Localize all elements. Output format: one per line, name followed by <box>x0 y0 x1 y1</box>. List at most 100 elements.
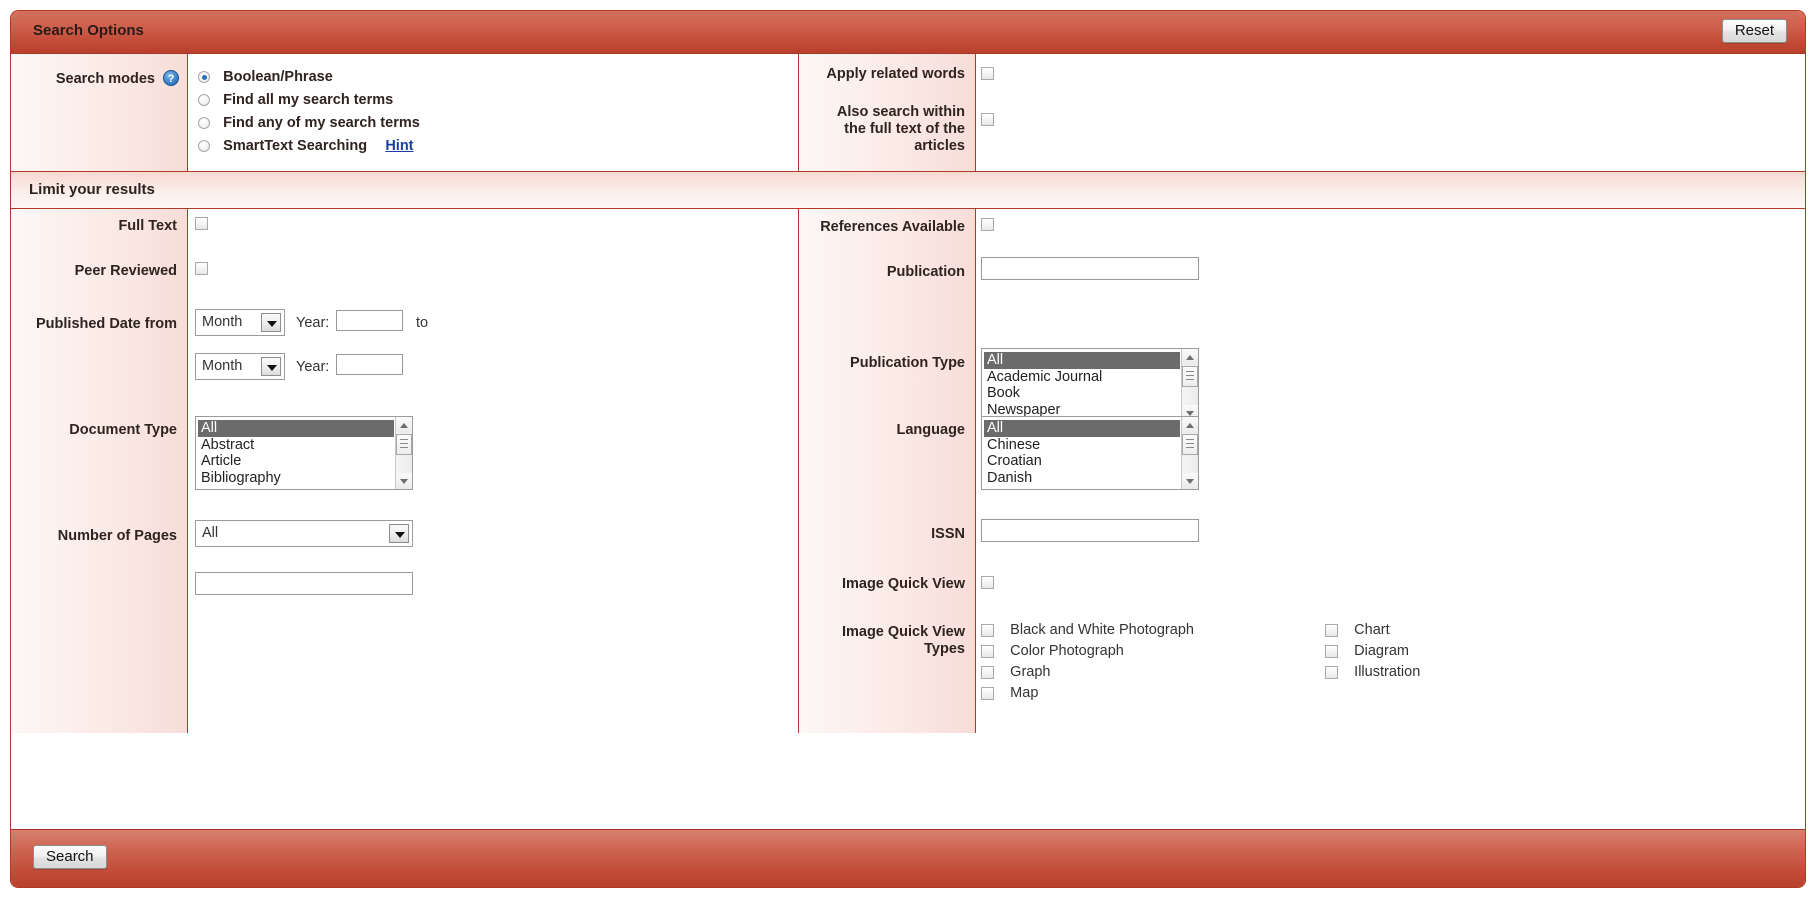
scrollbar-thumb[interactable] <box>1182 434 1198 455</box>
search-button[interactable]: Search <box>33 845 107 869</box>
language-scrollbar[interactable] <box>1181 417 1198 489</box>
iqv-type-label: Illustration <box>1354 664 1421 681</box>
search-mode-option-boolean[interactable]: Boolean/Phrase <box>198 68 333 85</box>
hint-link[interactable]: Hint <box>385 138 413 154</box>
list-item[interactable]: Abstract <box>198 437 394 454</box>
checkbox-icon[interactable] <box>1325 623 1338 637</box>
publication-type-options: All Academic Journal Book Newspaper <box>984 352 1180 418</box>
peer-reviewed-label: Peer Reviewed <box>74 263 177 279</box>
published-date-from-month-select[interactable]: Month <box>195 309 285 336</box>
list-item[interactable]: All <box>198 420 394 437</box>
checkbox-icon[interactable] <box>981 686 994 700</box>
search-mode-label: Find all my search terms <box>223 92 394 109</box>
also-search-full-text-checkbox[interactable] <box>981 113 994 126</box>
iqv-type-label: Map <box>1010 685 1039 702</box>
checkbox-icon[interactable] <box>981 623 994 637</box>
search-mode-label: SmartText Searching <box>223 138 368 155</box>
number-of-pages-extra-input[interactable] <box>195 572 413 595</box>
limit-right-fields: All Academic Journal Book Newspaper All … <box>976 209 1805 733</box>
list-item[interactable]: Book <box>984 385 1180 402</box>
search-modes-label: Search modes <box>55 71 155 87</box>
scroll-up-icon[interactable] <box>1182 417 1198 433</box>
list-item[interactable]: Chinese <box>984 437 1180 454</box>
iqv-type-illustration[interactable]: Illustration <box>1325 663 1420 684</box>
list-item[interactable]: Danish <box>984 470 1180 487</box>
list-item[interactable]: Croatian <box>984 453 1180 470</box>
document-type-label: Document Type <box>69 422 177 438</box>
scroll-up-icon[interactable] <box>396 417 412 433</box>
references-available-checkbox[interactable] <box>981 218 994 231</box>
search-mode-option-smarttext[interactable]: SmartText Searching Hint <box>198 137 414 154</box>
checkbox-icon[interactable] <box>981 665 994 679</box>
radio-icon[interactable] <box>198 94 210 107</box>
search-options-panel: Search Options Reset Search modes ? Bool… <box>10 10 1806 888</box>
radio-icon[interactable] <box>198 117 210 130</box>
language-options: All Chinese Croatian Danish <box>984 420 1180 486</box>
iqv-type-map[interactable]: Map <box>981 684 1194 705</box>
list-item[interactable]: Bibliography <box>198 470 394 487</box>
iqv-type-diagram[interactable]: Diagram <box>1325 642 1420 663</box>
publication-type-listbox[interactable]: All Academic Journal Book Newspaper <box>981 348 1199 422</box>
iqv-type-graph[interactable]: Graph <box>981 663 1194 684</box>
search-mode-option-any-terms[interactable]: Find any of my search terms <box>198 114 420 131</box>
document-type-scrollbar[interactable] <box>395 417 412 489</box>
published-date-to-month-select[interactable]: Month <box>195 353 285 380</box>
to-month-value: Month <box>202 358 243 374</box>
image-quick-view-label: Image Quick View <box>841 576 965 592</box>
chevron-down-icon[interactable] <box>261 357 281 376</box>
search-mode-label: Find any of my search terms <box>223 115 420 132</box>
list-item[interactable]: Article <box>198 453 394 470</box>
peer-reviewed-checkbox[interactable] <box>195 262 208 275</box>
full-text-checkbox[interactable] <box>195 217 208 230</box>
limit-results-header: Limit your results <box>11 171 1805 209</box>
checkbox-icon[interactable] <box>981 644 994 658</box>
iqv-type-label: Chart <box>1354 622 1390 639</box>
scroll-down-icon[interactable] <box>396 473 412 489</box>
limit-results-title: Limit your results <box>29 181 155 198</box>
search-modes-label-cell: Search modes ? <box>11 54 188 171</box>
image-quick-view-types-column-1: Black and White Photograph Color Photogr… <box>981 621 1194 705</box>
apply-related-words-checkbox[interactable] <box>981 67 994 80</box>
checkbox-icon[interactable] <box>1325 644 1338 658</box>
publication-type-label: Publication Type <box>850 355 965 371</box>
list-item[interactable]: All <box>984 352 1180 369</box>
iqv-type-bw-photograph[interactable]: Black and White Photograph <box>981 621 1194 642</box>
issn-input[interactable] <box>981 519 1199 542</box>
checkbox-icon[interactable] <box>1325 665 1338 679</box>
related-words-fields <box>976 54 1805 171</box>
language-listbox[interactable]: All Chinese Croatian Danish <box>981 416 1199 490</box>
chevron-down-icon[interactable] <box>261 313 281 332</box>
iqv-type-label: Black and White Photograph <box>1010 622 1194 639</box>
image-quick-view-types-label: Image Quick View Types <box>841 624 965 657</box>
help-icon[interactable]: ? <box>163 70 179 86</box>
scroll-down-icon[interactable] <box>1182 473 1198 489</box>
number-of-pages-label: Number of Pages <box>57 528 177 544</box>
search-mode-option-all-terms[interactable]: Find all my search terms <box>198 91 393 108</box>
scroll-up-icon[interactable] <box>1182 349 1198 365</box>
scrollbar-thumb[interactable] <box>396 434 412 455</box>
search-modes-section: Search modes ? Boolean/Phrase Find all m… <box>11 54 1805 171</box>
chevron-down-icon[interactable] <box>389 524 409 543</box>
list-item[interactable]: All <box>984 420 1180 437</box>
publication-type-scrollbar[interactable] <box>1181 349 1198 421</box>
from-year-input[interactable] <box>336 310 403 331</box>
scrollbar-thumb[interactable] <box>1182 366 1198 387</box>
document-type-listbox[interactable]: All Abstract Article Bibliography <box>195 416 413 490</box>
reset-button[interactable]: Reset <box>1721 19 1787 43</box>
image-quick-view-checkbox[interactable] <box>981 576 994 589</box>
limit-right-label-cell: References Available Publication Publica… <box>799 209 976 733</box>
iqv-type-label: Diagram <box>1354 643 1409 660</box>
radio-icon[interactable] <box>198 140 210 153</box>
footer-bar: Search <box>11 829 1805 887</box>
iqv-type-color-photograph[interactable]: Color Photograph <box>981 642 1194 663</box>
to-year-label: Year: <box>296 359 330 375</box>
publication-input[interactable] <box>981 257 1199 280</box>
radio-icon[interactable] <box>198 71 210 84</box>
document-type-options: All Abstract Article Bibliography <box>198 420 394 486</box>
iqv-type-chart[interactable]: Chart <box>1325 621 1420 642</box>
list-item[interactable]: Academic Journal <box>984 369 1180 386</box>
to-year-input[interactable] <box>336 354 403 375</box>
number-of-pages-value: All <box>202 525 219 541</box>
number-of-pages-select[interactable]: All <box>195 520 413 547</box>
from-year-label: Year: <box>296 315 330 331</box>
